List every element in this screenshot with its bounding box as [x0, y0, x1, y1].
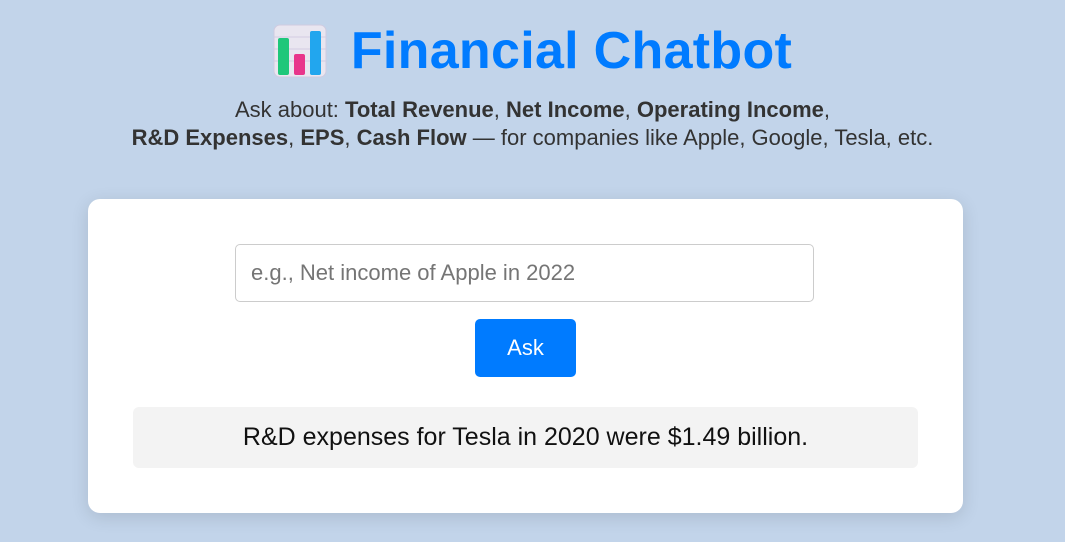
subtitle-separator: , [344, 125, 357, 150]
subtitle-suffix: — for companies like Apple, Google, Tesl… [466, 125, 934, 150]
metric-cash-flow: Cash Flow [356, 125, 467, 150]
ask-button[interactable]: Ask [475, 319, 576, 377]
metric-eps: EPS [300, 125, 345, 150]
subtitle-separator: , [624, 97, 637, 122]
answer-box: R&D expenses for Tesla in 2020 were $1.4… [133, 407, 918, 468]
subtitle-separator: , [493, 97, 507, 122]
subtitle-separator: , [288, 125, 301, 150]
chat-card: Ask R&D expenses for Tesla in 2020 were … [88, 199, 963, 513]
question-input[interactable] [235, 244, 814, 302]
subtitle-line-1: Ask about: Total Revenue, Net Income, Op… [0, 96, 1065, 124]
metric-rd-expenses: R&D Expenses [131, 125, 289, 150]
subtitle-help-text: Ask about: Total Revenue, Net Income, Op… [0, 96, 1065, 152]
answer-text: R&D expenses for Tesla in 2020 were $1.4… [242, 423, 809, 451]
subtitle-separator: , [823, 97, 831, 122]
metric-net-income: Net Income [506, 97, 625, 122]
app-header: Financial Chatbot [0, 18, 1065, 84]
page-title: Financial Chatbot [350, 22, 793, 80]
metric-total-revenue: Total Revenue [345, 97, 494, 122]
metric-operating-income: Operating Income [636, 97, 824, 122]
subtitle-line-2: R&D Expenses, EPS, Cash Flow — for compa… [0, 124, 1065, 152]
subtitle-prefix: Ask about: [234, 97, 346, 122]
bar-chart-icon [273, 24, 327, 78]
